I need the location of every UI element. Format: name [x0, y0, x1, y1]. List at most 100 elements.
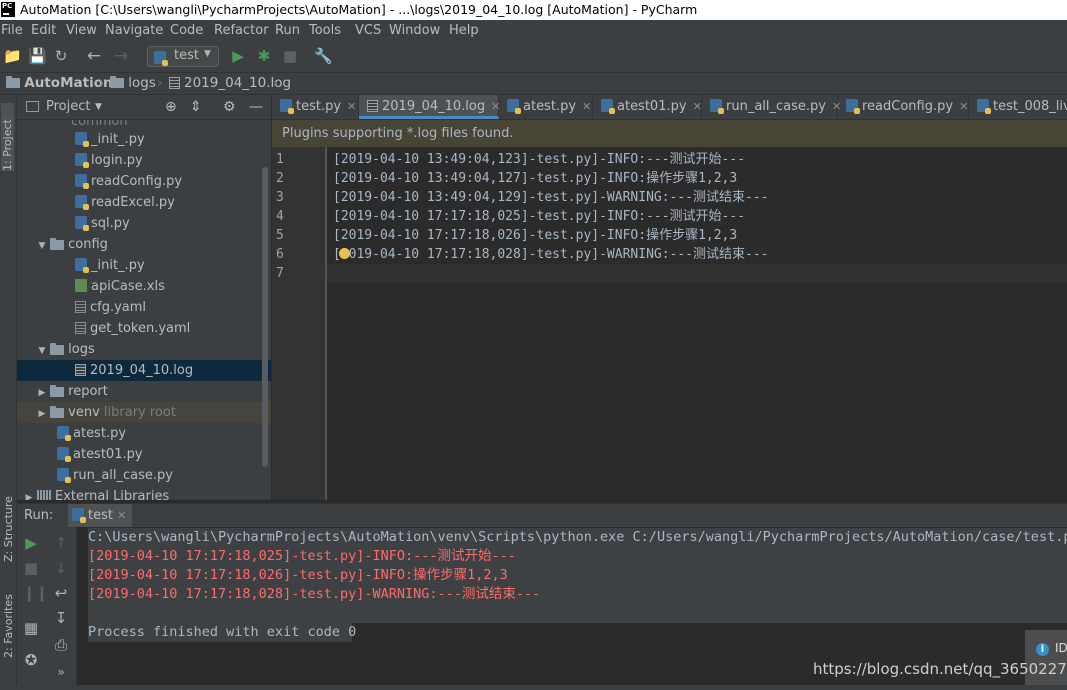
collapse-all-icon[interactable]: ⇕	[190, 95, 202, 119]
back-arrow-icon[interactable]: ←	[86, 48, 102, 65]
close-icon[interactable]: ✕	[959, 100, 968, 113]
print-icon[interactable]: ⎙	[53, 637, 69, 653]
open-folder-icon[interactable]: 📁	[3, 48, 22, 64]
python-file-icon	[75, 216, 89, 231]
menu-window[interactable]: Window	[389, 20, 440, 41]
tree-item[interactable]: cfg.yaml	[17, 297, 271, 318]
tree-item[interactable]: atest.py	[17, 423, 271, 444]
menu-view[interactable]: View	[66, 20, 97, 41]
tree-item[interactable]: readConfig.py	[17, 171, 271, 192]
editor-tabs: test.py ✕ 2019_04_10.log ✕ atest.py ✕ atest…	[272, 95, 1067, 120]
project-tool-button[interactable]: 1: Project	[1, 103, 14, 171]
close-icon[interactable]: ✕	[582, 100, 591, 113]
tree-item-folder[interactable]: ▶ report	[17, 381, 271, 402]
collapse-arrow-icon[interactable]: ▶	[23, 488, 35, 500]
save-icon[interactable]: 💾	[28, 48, 47, 64]
gear-icon[interactable]: ⚙	[223, 95, 236, 119]
breadcrumb-item-project[interactable]: AutoMation	[6, 73, 113, 94]
pin-icon[interactable]: ✪	[23, 652, 39, 668]
chevron-down-icon[interactable]: ▼	[95, 95, 102, 119]
tree-item-selected[interactable]: 2019_04_10.log	[17, 360, 271, 381]
code-line[interactable]: [2019-04-10 17:17:18,025]-test.py]-INFO:…	[333, 207, 745, 226]
breadcrumb-separator: ›	[272, 75, 278, 91]
layout-icon[interactable]: ▦	[23, 620, 39, 636]
stop-icon[interactable]: ■	[282, 48, 298, 64]
tree-item-external-libraries[interactable]: ▶ External Libraries	[17, 486, 271, 500]
console-selection	[88, 604, 1067, 623]
menu-code[interactable]: Code	[170, 20, 203, 41]
menu-file[interactable]: File	[1, 20, 23, 41]
folder-icon	[6, 76, 20, 88]
structure-tool-button[interactable]: Z: Structure	[2, 492, 15, 562]
tree-item[interactable]: apiCase.xls	[17, 276, 271, 297]
breadcrumb: AutoMation › logs › 2019_04_10.log ›	[0, 72, 1067, 95]
menu-tools[interactable]: Tools	[309, 20, 341, 41]
project-tree: common _init_.py login.py readConfig.py …	[17, 120, 271, 500]
hide-panel-icon[interactable]: —	[249, 95, 263, 119]
menu-refactor[interactable]: Refactor	[214, 20, 269, 41]
tree-item[interactable]: run_all_case.py	[17, 465, 271, 486]
pycharm-logo-icon: PC	[1, 2, 15, 17]
tab-atest-py[interactable]: atest.py ✕	[499, 95, 593, 119]
yaml-file-icon	[75, 322, 86, 334]
close-icon[interactable]: ✕	[693, 100, 702, 113]
pause-icon[interactable]: ❙❙	[23, 585, 48, 601]
locate-target-icon[interactable]: ⊕	[165, 95, 177, 119]
down-arrow-icon[interactable]: ↓	[53, 560, 69, 576]
tree-item-folder[interactable]: ▶ venv library root	[17, 402, 271, 423]
breadcrumb-item-logs[interactable]: logs	[110, 73, 156, 94]
lightbulb-icon[interactable]	[339, 248, 350, 259]
tab-run-all-case-py[interactable]: run_all_case.py ✕	[702, 95, 841, 119]
tree-item[interactable]: _init_.py	[17, 129, 271, 150]
menu-run[interactable]: Run	[275, 20, 300, 41]
tree-item[interactable]: login.py	[17, 150, 271, 171]
line-number: 2	[276, 171, 284, 186]
code-line[interactable]: [2019-04-10 13:49:04,129]-test.py]-WARNI…	[333, 188, 769, 207]
stop-icon[interactable]: ■	[23, 560, 39, 576]
run-tab-test[interactable]: test ✕	[68, 504, 133, 527]
soft-wrap-icon[interactable]: ↩	[53, 585, 69, 601]
menu-vcs[interactable]: VCS	[355, 20, 381, 41]
run-icon[interactable]: ▶	[230, 48, 246, 64]
menu-edit[interactable]: Edit	[31, 20, 56, 41]
python-file-icon	[75, 132, 89, 147]
python-file-icon	[57, 447, 71, 462]
expand-arrow-icon[interactable]: ▼	[36, 341, 48, 362]
close-icon[interactable]: ✕	[117, 509, 126, 522]
tree-item[interactable]: readExcel.py	[17, 192, 271, 213]
code-line[interactable]: [2019-04-10 17:17:18,028]-test.py]-WARNI…	[333, 245, 769, 264]
run-configuration-select[interactable]: test ▼	[147, 46, 219, 67]
tab-test-008[interactable]: test_008_livin	[969, 95, 1067, 119]
expand-arrow-icon[interactable]: ▼	[36, 236, 48, 257]
tab-readconfig-py[interactable]: readConfig.py ✕	[838, 95, 969, 119]
close-icon[interactable]: ✕	[347, 100, 356, 113]
code-line[interactable]: [2019-04-10 13:49:04,123]-test.py]-INFO:…	[333, 150, 745, 169]
more-icon[interactable]: »	[53, 664, 69, 680]
sync-icon[interactable]: ↻	[53, 48, 69, 64]
tree-item[interactable]: get_token.yaml	[17, 318, 271, 339]
tree-item-folder[interactable]: ▼ config	[17, 234, 271, 255]
tree-item[interactable]: _init_.py	[17, 255, 271, 276]
forward-arrow-icon[interactable]: →	[113, 48, 129, 65]
project-view-selector[interactable]: Project	[46, 95, 90, 119]
debug-bug-icon[interactable]: ✱	[256, 48, 272, 64]
menu-help[interactable]: Help	[449, 20, 479, 41]
wrench-settings-icon[interactable]: 🔧	[314, 48, 333, 64]
rerun-icon[interactable]: ▶	[23, 535, 39, 551]
tree-item[interactable]: sql.py	[17, 213, 271, 234]
code-line[interactable]: [2019-04-10 17:17:18,026]-test.py]-INFO:…	[333, 226, 737, 245]
up-arrow-icon[interactable]: ↑	[53, 535, 69, 551]
project-scrollbar[interactable]	[262, 167, 268, 467]
code-line[interactable]: [2019-04-10 13:49:04,127]-test.py]-INFO:…	[333, 169, 737, 188]
tab-test-py[interactable]: test.py ✕	[272, 95, 359, 119]
menu-bar: File Edit View Navigate Code Refactor Ru…	[0, 20, 1067, 41]
collapse-arrow-icon[interactable]: ▶	[36, 383, 48, 404]
tab-atest01-py[interactable]: atest01.py ✕	[593, 95, 702, 119]
tab-log-file[interactable]: 2019_04_10.log ✕	[359, 95, 500, 119]
scroll-to-end-icon[interactable]: ↧	[53, 610, 69, 626]
tree-item-folder[interactable]: ▼ logs	[17, 339, 271, 360]
collapse-arrow-icon[interactable]: ▶	[36, 404, 48, 425]
menu-navigate[interactable]: Navigate	[105, 20, 163, 41]
tree-item[interactable]: atest01.py	[17, 444, 271, 465]
favorites-tool-button[interactable]: 2: Favorites	[2, 590, 15, 658]
